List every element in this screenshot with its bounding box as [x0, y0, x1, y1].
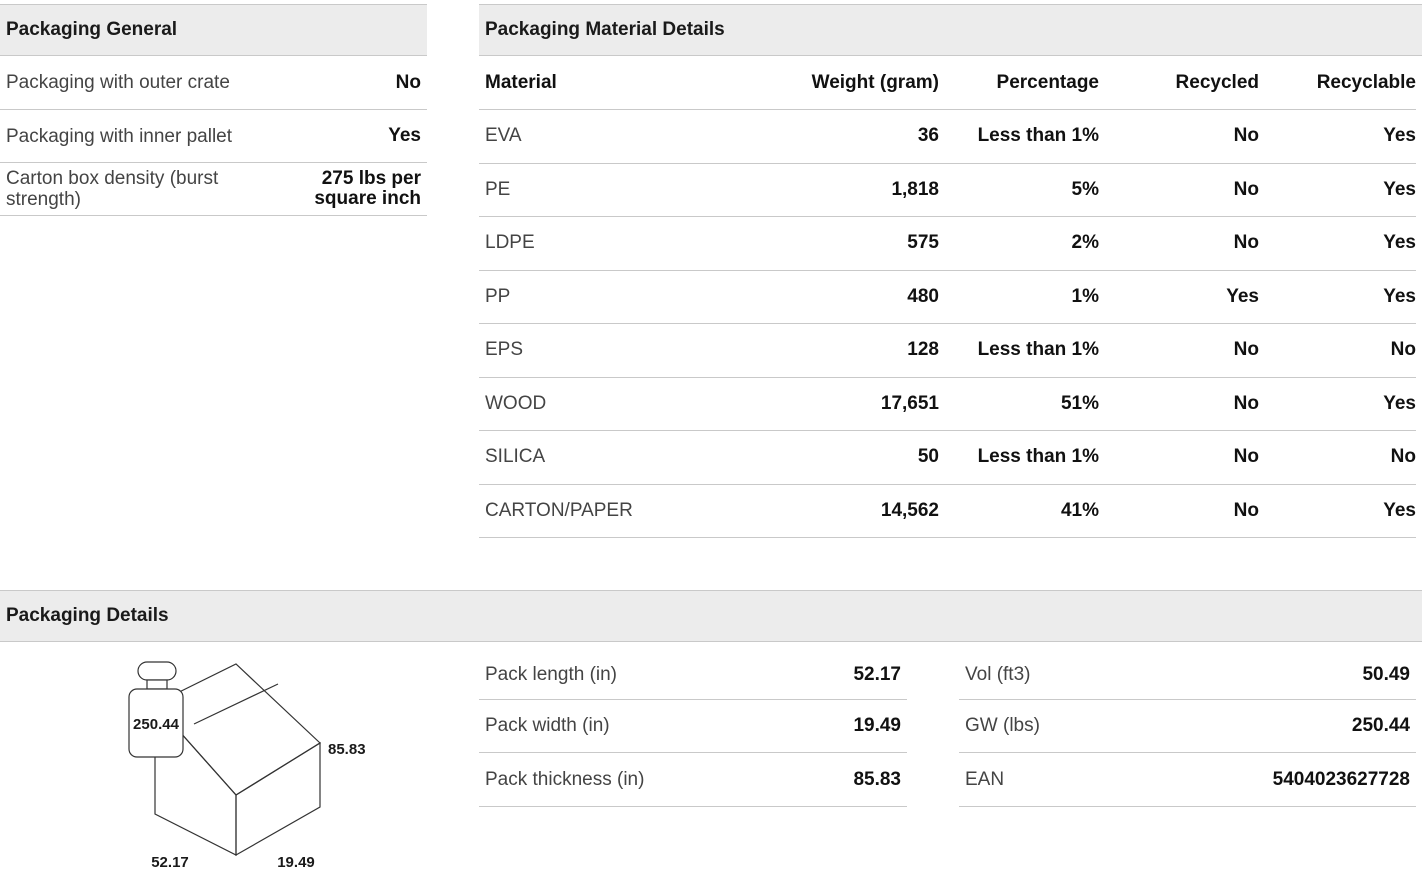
gross-weight-row: GW (lbs) 250.44: [959, 700, 1416, 753]
ean-row: EAN 5404023627728: [959, 753, 1416, 807]
material-cell-weight: 1,818: [891, 178, 939, 200]
pack-length-row: Pack length (in) 52.17: [479, 650, 907, 700]
material-cell-recycled: No: [1233, 446, 1259, 468]
general-row-outer-crate: Packaging with outer crate No: [0, 56, 427, 110]
material-cell-recycled: No: [1233, 178, 1259, 200]
packaging-general-title: Packaging General: [6, 19, 178, 40]
material-cell-recycled: No: [1233, 339, 1259, 361]
material-details-header: Packaging Material Details: [479, 4, 1422, 56]
material-cell-percentage: Less than 1%: [977, 125, 1099, 147]
material-cell-recycled: No: [1233, 125, 1259, 147]
material-cell-recycled: Yes: [1226, 285, 1259, 307]
detail-label: Pack length (in): [485, 663, 618, 685]
material-cell-recyclable: Yes: [1383, 125, 1416, 147]
diagram-weight-label: 250.44: [133, 716, 180, 733]
column-header-weight: Weight (gram): [811, 71, 939, 93]
diagram-length-label: 52.17: [151, 854, 189, 871]
material-cell-weight: 480: [907, 285, 939, 307]
general-label: Packaging with outer crate: [6, 72, 230, 93]
material-cell-recyclable: Yes: [1383, 392, 1416, 414]
material-cell-weight: 17,651: [880, 392, 939, 414]
material-row: LDPE 575 2% No Yes: [479, 217, 1416, 271]
material-row: CARTON/PAPER 14,562 41% No Yes: [479, 485, 1416, 538]
detail-value: 52.17: [853, 663, 901, 685]
material-row: PP 480 1% Yes Yes: [479, 271, 1416, 324]
material-cell-material: EPS: [485, 339, 524, 361]
detail-value: 85.83: [853, 768, 901, 790]
material-cell-weight: 575: [907, 232, 939, 254]
material-cell-recycled: No: [1233, 392, 1259, 414]
material-row: PE 1,818 5% No Yes: [479, 164, 1416, 217]
detail-value: 50.49: [1362, 663, 1410, 685]
detail-label: Pack width (in): [485, 715, 610, 736]
material-cell-recyclable: No: [1390, 446, 1416, 468]
detail-label: Pack thickness (in): [485, 768, 645, 790]
general-value: 275 lbs per square inch: [314, 168, 421, 209]
general-label: Carton box density (burst strength): [6, 168, 219, 210]
material-cell-weight: 128: [907, 339, 939, 361]
column-header-recycled: Recycled: [1175, 71, 1259, 93]
material-cell-material: EVA: [485, 125, 522, 147]
material-row: SILICA 50 Less than 1% No No: [479, 431, 1416, 485]
material-cell-percentage: 41%: [1060, 499, 1099, 521]
material-cell-weight: 14,562: [880, 499, 939, 521]
packaging-details-title: Packaging Details: [6, 605, 169, 626]
weight-icon: [128, 661, 184, 758]
material-cell-percentage: Less than 1%: [977, 446, 1099, 468]
material-cell-recycled: No: [1233, 232, 1259, 254]
box-right-face: [235, 741, 321, 857]
detail-label: Vol (ft3): [965, 663, 1031, 685]
material-cell-material: PP: [485, 285, 511, 307]
material-cell-recycled: No: [1233, 499, 1259, 521]
detail-value: 5404023627728: [1272, 768, 1410, 790]
material-row: EPS 128 Less than 1% No No: [479, 324, 1416, 378]
material-row: EVA 36 Less than 1% No Yes: [479, 110, 1416, 164]
material-cell-percentage: 2%: [1071, 232, 1099, 254]
material-cell-recyclable: Yes: [1383, 232, 1416, 254]
material-cell-material: SILICA: [485, 446, 546, 468]
material-cell-weight: 50: [917, 446, 939, 468]
material-cell-percentage: 5%: [1071, 178, 1099, 200]
general-row-carton-density: Carton box density (burst strength) 275 …: [0, 163, 427, 216]
pack-width-row: Pack width (in) 19.49: [479, 700, 907, 753]
detail-label: EAN: [965, 768, 1005, 790]
pack-thickness-row: Pack thickness (in) 85.83: [479, 753, 907, 807]
general-value: No: [395, 71, 421, 93]
material-row: WOOD 17,651 51% No Yes: [479, 378, 1416, 431]
detail-value: 250.44: [1351, 715, 1410, 736]
column-header-material: Material: [485, 71, 557, 93]
column-header-recyclable: Recyclable: [1316, 71, 1416, 93]
column-header-percentage: Percentage: [996, 71, 1099, 93]
material-cell-percentage: 51%: [1060, 392, 1099, 414]
detail-value: 19.49: [853, 715, 901, 736]
detail-label: GW (lbs): [965, 715, 1040, 736]
general-value: Yes: [388, 125, 421, 146]
package-box-diagram: 250.44 85.83 52.17 19.49: [128, 661, 366, 871]
material-cell-material: CARTON/PAPER: [485, 499, 633, 521]
material-cell-material: WOOD: [485, 392, 547, 414]
packaging-general-header: Packaging General: [0, 4, 427, 56]
material-cell-percentage: 1%: [1071, 285, 1099, 307]
material-cell-percentage: Less than 1%: [977, 339, 1099, 361]
material-cell-weight: 36: [917, 125, 939, 147]
volume-row: Vol (ft3) 50.49: [959, 650, 1416, 700]
material-cell-recyclable: Yes: [1383, 499, 1416, 521]
material-cell-material: LDPE: [485, 232, 535, 254]
material-cell-recyclable: Yes: [1383, 178, 1416, 200]
diagram-width-label: 19.49: [277, 854, 315, 871]
material-cell-material: PE: [485, 178, 511, 200]
general-row-inner-pallet: Packaging with inner pallet Yes: [0, 110, 427, 163]
material-cell-recyclable: No: [1390, 339, 1416, 361]
box-tape-line: [193, 683, 279, 725]
packaging-details-header: Packaging Details: [0, 590, 1422, 642]
material-table-header-row: Material Weight (gram) Percentage Recycl…: [479, 56, 1416, 110]
material-cell-recyclable: Yes: [1383, 285, 1416, 307]
diagram-height-label: 85.83: [328, 741, 366, 758]
general-label: Packaging with inner pallet: [6, 125, 233, 147]
material-details-title: Packaging Material Details: [485, 19, 725, 40]
